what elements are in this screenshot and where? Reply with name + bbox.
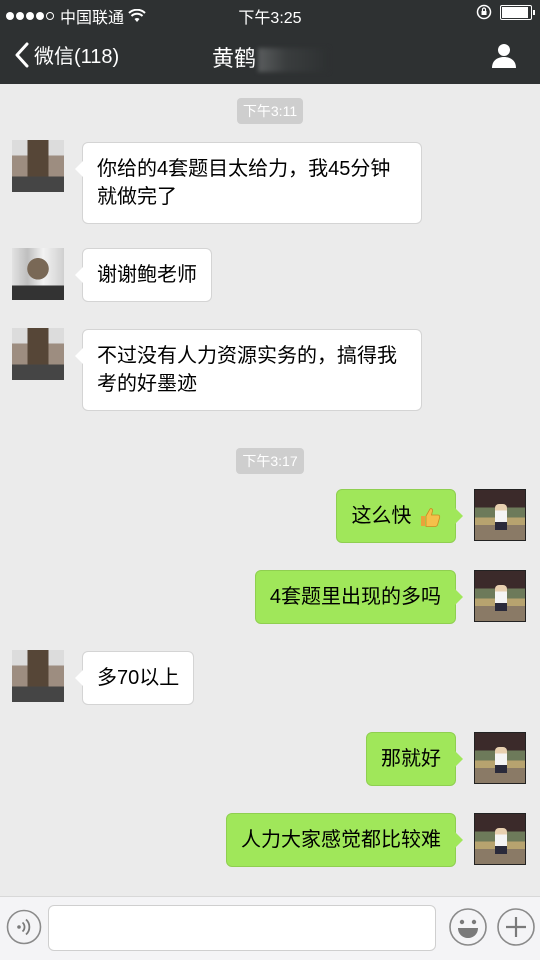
- plus-icon[interactable]: [496, 907, 536, 947]
- title-blur-mask: [258, 48, 328, 73]
- chat-area[interactable]: 下午3:11 你给的4套题目太给力，我45分钟就做完了 谢谢鲍老师 不过没有人力…: [0, 84, 540, 896]
- message-bubble[interactable]: 多70以上: [74, 651, 195, 705]
- avatar[interactable]: [474, 489, 526, 541]
- timestamp: 下午3:17: [0, 448, 540, 474]
- status-right: [476, 4, 535, 20]
- status-time: 下午3:25: [238, 10, 302, 27]
- battery-icon: [500, 4, 535, 20]
- status-bar: 中国联通 下午3:25: [0, 0, 540, 28]
- message-bubble[interactable]: 谢谢鲍老师: [75, 248, 212, 302]
- nav-bar: 微信(118) 黄鹤: [0, 28, 540, 84]
- message-bubble[interactable]: 这么快: [336, 489, 463, 543]
- message-bubble[interactable]: 不过没有人力资源实务的，搞得我考的好墨迹: [75, 329, 422, 411]
- voice-icon[interactable]: [6, 909, 42, 945]
- avatar[interactable]: [12, 140, 64, 192]
- avatar[interactable]: [474, 570, 526, 622]
- message-input[interactable]: [48, 905, 436, 951]
- avatar[interactable]: [474, 732, 526, 784]
- avatar[interactable]: [12, 650, 64, 702]
- timestamp: 下午3:11: [0, 98, 540, 124]
- message-bubble[interactable]: 4套题里出现的多吗: [254, 570, 464, 624]
- avatar[interactable]: [12, 328, 64, 380]
- message-bubble[interactable]: 你给的4套题目太给力，我45分钟就做完了: [75, 142, 422, 224]
- avatar[interactable]: [474, 813, 526, 865]
- contact-info-icon[interactable]: [490, 41, 518, 69]
- chat-title: 黄鹤: [0, 41, 540, 73]
- chat-title-text: 黄鹤: [211, 46, 256, 71]
- message-bubble[interactable]: 那就好: [366, 732, 463, 786]
- rotation-lock-icon: [476, 4, 492, 20]
- message-bubble[interactable]: 人力大家感觉都比较难: [226, 813, 463, 867]
- input-bar: [0, 896, 540, 960]
- avatar[interactable]: [12, 248, 64, 300]
- emoji-icon[interactable]: [448, 907, 488, 947]
- thumbs-up-emoji-icon: [421, 507, 441, 527]
